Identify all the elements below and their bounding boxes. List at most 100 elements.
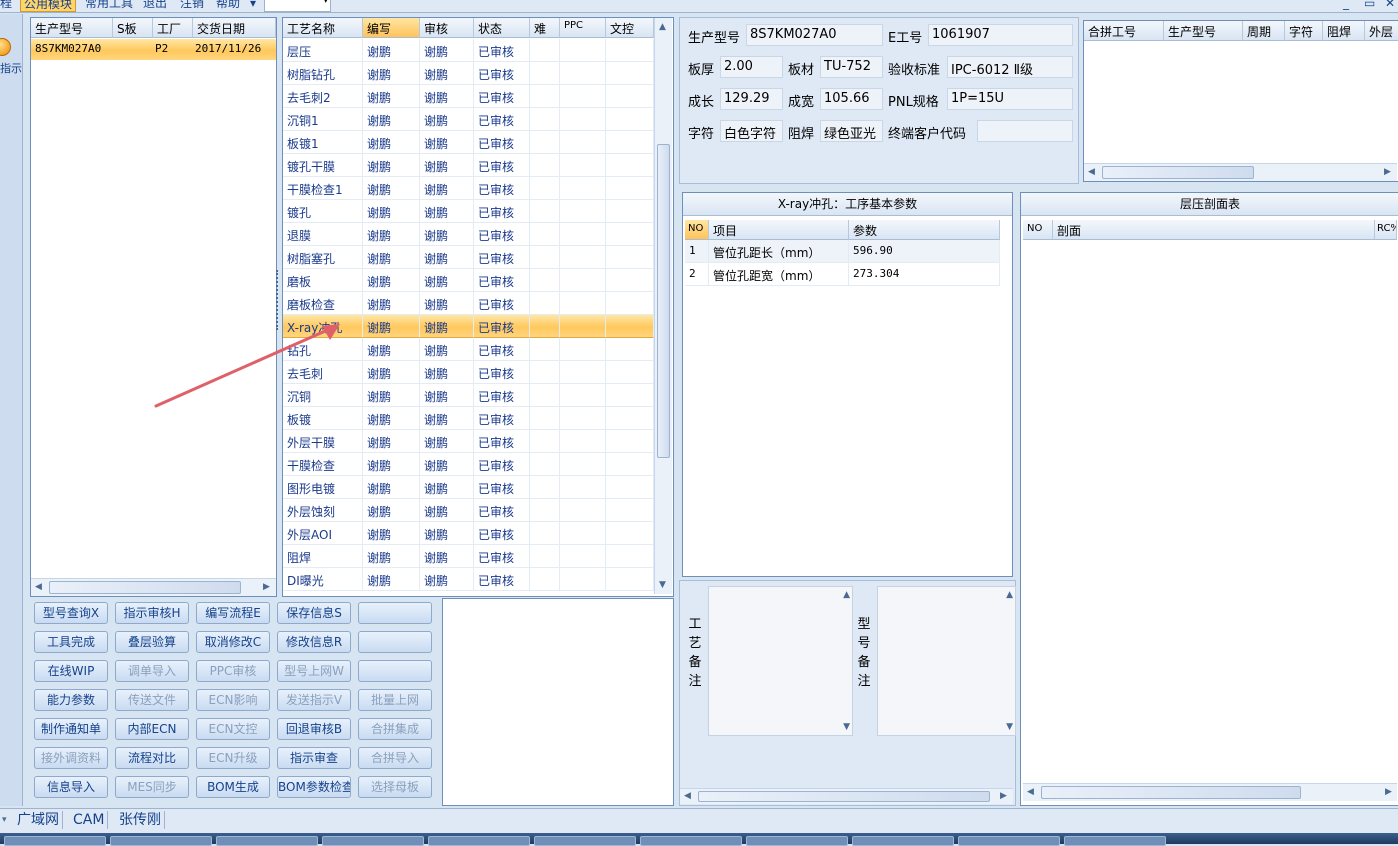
customer-field[interactable] <box>977 120 1073 142</box>
taskbar-button[interactable] <box>640 836 742 846</box>
action-button[interactable]: 能力参数 <box>34 689 108 711</box>
table-row[interactable]: 退膜 谢鹏 谢鹏 已审核 <box>283 223 654 246</box>
minimize-icon[interactable]: _ <box>1343 0 1349 10</box>
scroll-thumb[interactable] <box>657 144 670 458</box>
table-row[interactable]: 图形电镀 谢鹏 谢鹏 已审核 <box>283 476 654 499</box>
action-button[interactable]: ECN文控 <box>196 718 270 740</box>
action-button[interactable]: BOM生成 <box>196 776 270 798</box>
action-button[interactable]: 调单导入 <box>115 660 189 682</box>
table-row[interactable]: 磨板检查 谢鹏 谢鹏 已审核 <box>283 292 654 315</box>
action-button[interactable]: 型号查询X <box>34 602 108 624</box>
menu-item-help[interactable]: 帮助 <box>216 0 240 10</box>
scroll-left-icon[interactable]: ◀ <box>35 582 42 592</box>
scroll-left-icon[interactable]: ◀ <box>1027 787 1034 797</box>
menu-item-process[interactable]: 程 <box>0 0 12 10</box>
column-header-status[interactable]: 状态 <box>474 18 530 38</box>
table-row[interactable]: 层压 谢鹏 谢鹏 已审核 <box>283 39 654 62</box>
scroll-left-icon[interactable]: ◀ <box>1088 167 1095 177</box>
width-field[interactable]: 105.66 <box>820 88 883 110</box>
column-header-doc-control[interactable]: 文控 <box>606 18 654 38</box>
table-row[interactable]: 镀孔干膜 谢鹏 谢鹏 已审核 <box>283 154 654 177</box>
column-header-rc[interactable]: RC% <box>1375 220 1397 240</box>
action-button[interactable]: PPC审核 <box>196 660 270 682</box>
table-row[interactable]: DI曝光 谢鹏 谢鹏 已审核 <box>283 568 654 591</box>
menu-item-common-tools[interactable]: 常用工具 <box>85 0 133 10</box>
action-button[interactable]: 编写流程E <box>196 602 270 624</box>
column-header-s-board[interactable]: S板 <box>113 18 153 38</box>
scroll-up-icon[interactable]: ▲ <box>659 22 666 32</box>
action-button[interactable]: 回退审核B <box>277 718 351 740</box>
column-header-process-name[interactable]: 工艺名称 <box>283 18 363 38</box>
scroll-down-icon[interactable]: ▼ <box>843 722 850 732</box>
table-row[interactable]: 磨板 谢鹏 谢鹏 已审核 <box>283 269 654 292</box>
action-button[interactable]: MES同步 <box>115 776 189 798</box>
table-row[interactable]: 镀孔 谢鹏 谢鹏 已审核 <box>283 200 654 223</box>
action-button[interactable]: ECN升级 <box>196 747 270 769</box>
scroll-thumb[interactable] <box>49 581 241 594</box>
action-button[interactable]: 制作通知单 <box>34 718 108 740</box>
taskbar-button[interactable] <box>852 836 954 846</box>
scroll-thumb[interactable] <box>1041 786 1301 799</box>
action-button[interactable]: BOM参数检查 <box>277 776 351 798</box>
scroll-left-icon[interactable]: ◀ <box>684 791 691 801</box>
chevron-down-icon[interactable]: ▾ <box>323 0 328 6</box>
scroll-up-icon[interactable]: ▲ <box>1006 590 1013 600</box>
table-row[interactable]: 树脂塞孔 谢鹏 谢鹏 已审核 <box>283 246 654 269</box>
column-header-model[interactable]: 生产型号 <box>31 18 113 38</box>
instruction-button[interactable]: 指示 <box>0 60 22 76</box>
material-field[interactable]: TU-752 <box>820 56 883 78</box>
taskbar-button[interactable] <box>958 836 1060 846</box>
column-header-mask[interactable]: 阻焊 <box>1323 21 1365 41</box>
column-header-char[interactable]: 字符 <box>1285 21 1323 41</box>
column-header-merge-no[interactable]: 合拼工号 <box>1084 21 1164 41</box>
table-row[interactable]: 沉铜1 谢鹏 谢鹏 已审核 <box>283 108 654 131</box>
table-row[interactable]: 外层干膜 谢鹏 谢鹏 已审核 <box>283 430 654 453</box>
scroll-thumb[interactable] <box>698 791 990 802</box>
restore-icon[interactable]: ▭ <box>1364 0 1375 10</box>
taskbar-button[interactable] <box>534 836 636 846</box>
column-header-profile[interactable]: 剖面 <box>1053 220 1375 240</box>
close-icon[interactable]: ✕ <box>1385 0 1395 10</box>
standard-field[interactable]: IPC-6012 Ⅱ级 <box>947 56 1073 78</box>
mask-field[interactable]: 绿色亚光 <box>820 120 883 142</box>
action-button[interactable]: 修改信息R <box>277 631 351 653</box>
column-header-difficulty[interactable]: 难 <box>530 18 560 38</box>
action-button[interactable]: 合拼集成 <box>358 718 432 740</box>
column-header-outer[interactable]: 外层 <box>1365 21 1398 41</box>
column-header-delivery-date[interactable]: 交货日期 <box>193 18 276 38</box>
column-header-factory[interactable]: 工厂 <box>153 18 193 38</box>
scroll-right-icon[interactable]: ▶ <box>1000 791 1007 801</box>
column-header-param[interactable]: 参数 <box>849 220 1000 240</box>
menu-combo-box[interactable]: ▾ <box>264 0 331 12</box>
menu-item-logout[interactable]: 注销 <box>180 0 204 10</box>
merge-grid-hscrollbar[interactable]: ◀ ▶ <box>1084 163 1397 181</box>
length-field[interactable]: 129.29 <box>720 88 783 110</box>
action-button[interactable] <box>358 631 432 653</box>
table-row[interactable]: 树脂钻孔 谢鹏 谢鹏 已审核 <box>283 62 654 85</box>
action-button[interactable]: 指示审查 <box>277 747 351 769</box>
action-button[interactable]: 内部ECN <box>115 718 189 740</box>
action-button[interactable]: 工具完成 <box>34 631 108 653</box>
action-button[interactable]: 选择母板 <box>358 776 432 798</box>
remarks-hscrollbar[interactable]: ◀ ▶ <box>680 788 1013 804</box>
taskbar-button[interactable] <box>1064 836 1166 846</box>
table-row[interactable]: 外层蚀刻 谢鹏 谢鹏 已审核 <box>283 499 654 522</box>
scroll-right-icon[interactable]: ▶ <box>263 582 270 592</box>
char-field[interactable]: 白色字符 <box>720 120 783 142</box>
table-row[interactable]: 阻焊 谢鹏 谢鹏 已审核 <box>283 545 654 568</box>
table-row[interactable]: 干膜检查1 谢鹏 谢鹏 已审核 <box>283 177 654 200</box>
table-row[interactable]: 干膜检查 谢鹏 谢鹏 已审核 <box>283 453 654 476</box>
scroll-up-icon[interactable]: ▲ <box>843 590 850 600</box>
action-button[interactable] <box>358 602 432 624</box>
action-button[interactable]: 指示审核H <box>115 602 189 624</box>
action-button[interactable]: 传送文件 <box>115 689 189 711</box>
action-button[interactable]: 叠层验算 <box>115 631 189 653</box>
action-button[interactable]: 发送指示V <box>277 689 351 711</box>
taskbar-button[interactable] <box>4 836 106 846</box>
menu-item-exit[interactable]: 退出 <box>143 0 167 10</box>
table-row[interactable]: 去毛刺2 谢鹏 谢鹏 已审核 <box>283 85 654 108</box>
action-button[interactable]: 流程对比 <box>115 747 189 769</box>
menu-dropdown-arrow-icon[interactable]: ▾ <box>250 0 256 10</box>
thickness-field[interactable]: 2.00 <box>720 56 783 78</box>
pnl-field[interactable]: 1P=15U <box>947 88 1073 110</box>
